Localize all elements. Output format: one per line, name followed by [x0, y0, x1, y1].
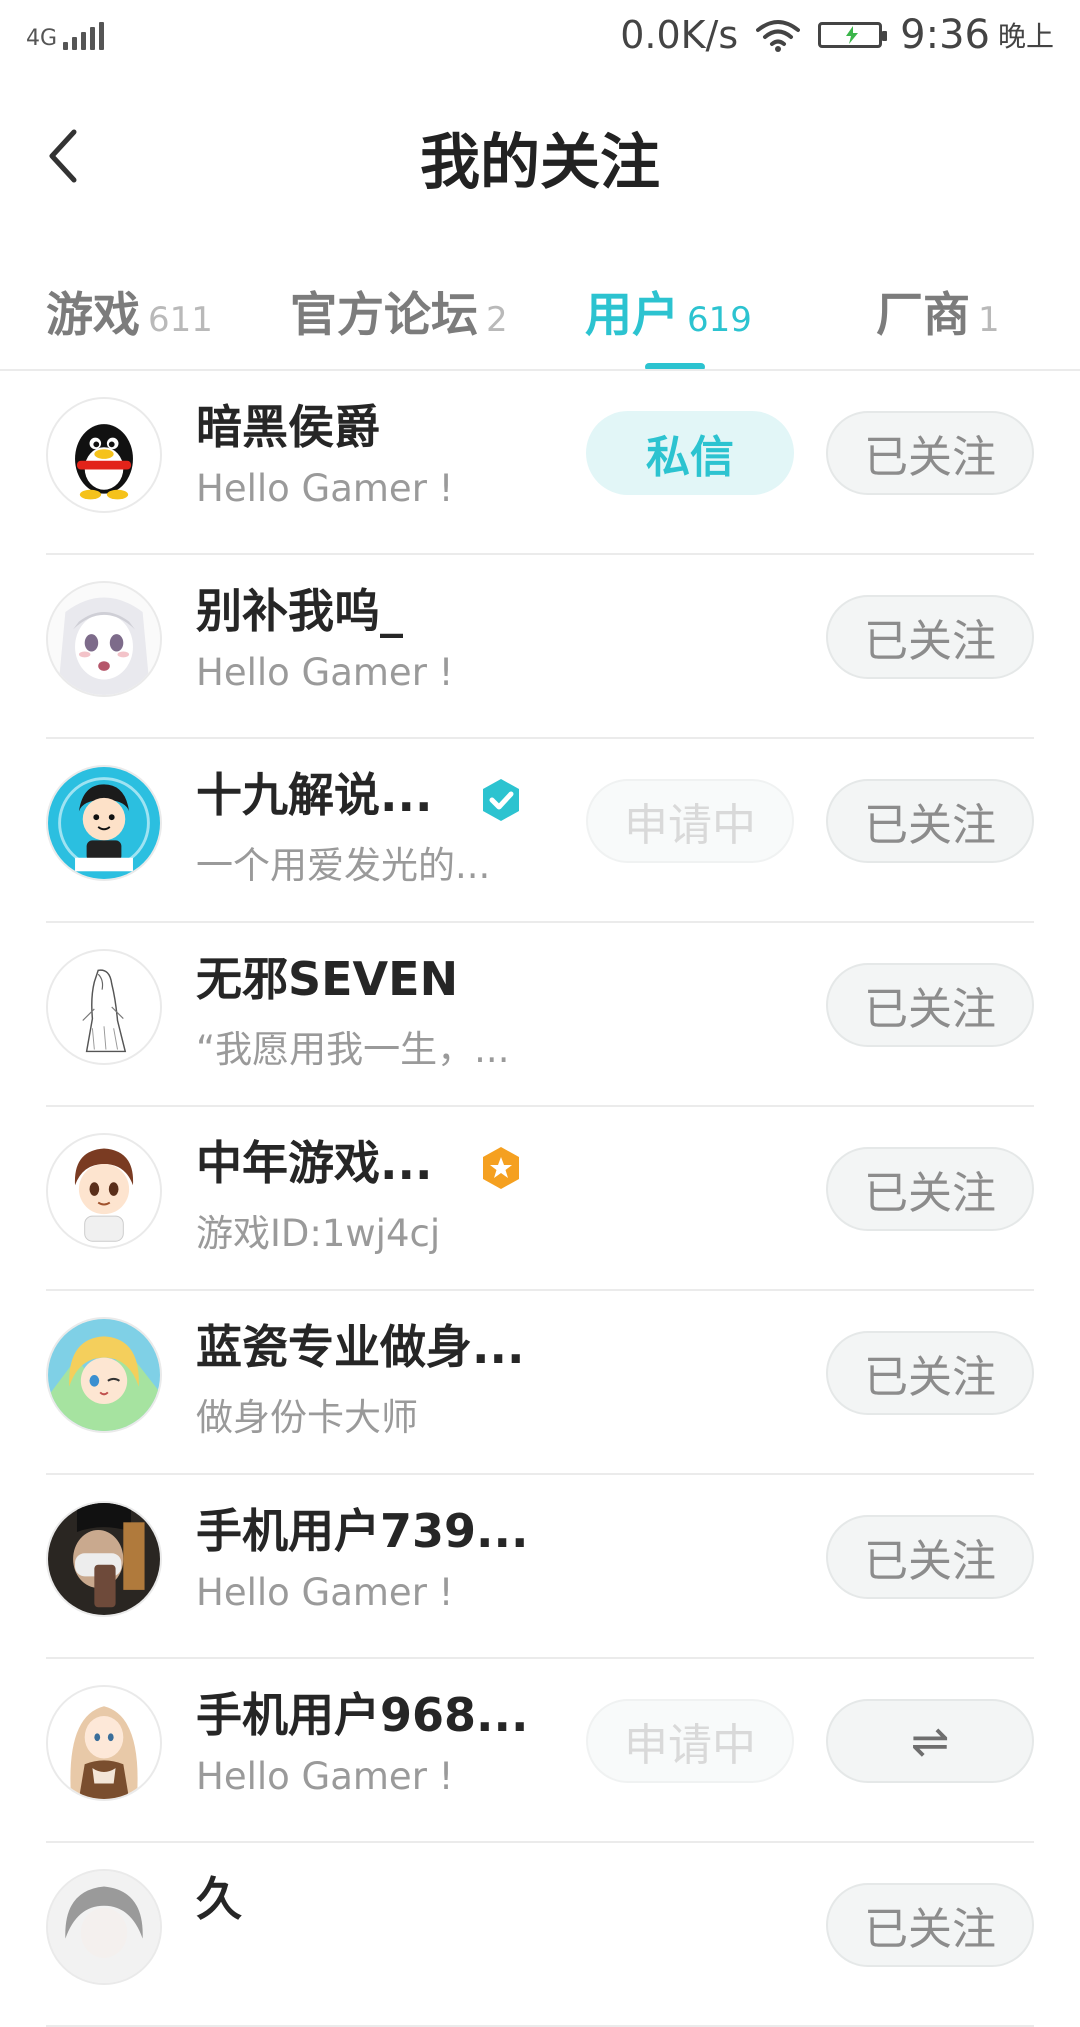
list-item[interactable]: 中年游戏... 游戏ID:1wj4cj 已关注: [0, 1107, 1080, 1291]
tab-count: 2: [486, 300, 508, 340]
status-bar: 4G 0.0K/s 9:36 晚上: [0, 0, 1080, 76]
tab-label: 厂商: [876, 288, 970, 343]
penguin-avatar[interactable]: [46, 397, 162, 513]
anime-woman-avatar[interactable]: [46, 1685, 162, 1801]
tab-count: 611: [148, 300, 213, 340]
user-name: 暗黑侯爵: [196, 400, 380, 454]
user-name: 十九解说...: [196, 768, 433, 822]
verified-check-icon: [483, 779, 519, 821]
list-item[interactable]: 无邪SEVEN “我愿用我一生，... 已关注: [0, 923, 1080, 1107]
user-name: 别补我呜_: [196, 584, 403, 638]
tab-label: 用户: [585, 288, 679, 343]
list-item[interactable]: 暗黑侯爵 Hello Gamer ! 私信 已关注: [0, 371, 1080, 555]
wifi-icon: [756, 20, 801, 52]
list-item[interactable]: 手机用户968... Hello Gamer ! 申请中 ⇌: [0, 1659, 1080, 1843]
user-name: 中年游戏...: [196, 1136, 433, 1190]
user-bio: “我愿用我一生，...: [196, 1028, 510, 1071]
list-item[interactable]: 别补我呜_ Hello Gamer ! 已关注: [0, 555, 1080, 739]
user-bio: Hello Gamer !: [196, 467, 454, 510]
app-header: 我的关注: [0, 76, 1080, 236]
followed-button[interactable]: 已关注: [826, 411, 1034, 495]
tab-label: 游戏: [46, 288, 140, 343]
followed-button[interactable]: 已关注: [826, 779, 1034, 863]
pending-request-button[interactable]: 申请中: [586, 779, 794, 863]
user-name: 手机用户968...: [196, 1688, 529, 1742]
mutual-follow-button[interactable]: ⇌: [826, 1699, 1034, 1783]
message-button[interactable]: 私信: [586, 411, 794, 495]
tab-bar: 游戏 611 官方论坛 2 用户 619 厂商 1: [0, 260, 1080, 371]
user-name: 蓝瓷专业做身...: [196, 1320, 525, 1374]
tab-label: 官方论坛: [290, 288, 478, 343]
user-bio: Hello Gamer !: [196, 1571, 454, 1614]
user-bio: 游戏ID:1wj4cj: [196, 1212, 441, 1255]
tab-games[interactable]: 游戏 611: [46, 276, 213, 345]
user-name: 久: [196, 1872, 242, 1926]
user-bio: 做身份卡大师: [196, 1396, 418, 1439]
chibi-boy-avatar[interactable]: [46, 1133, 162, 1249]
signal-area: 4G: [26, 22, 105, 51]
followed-button[interactable]: 已关注: [826, 1515, 1034, 1599]
user-bio: 一个用爱发光的...: [196, 844, 491, 887]
tab-official-forum[interactable]: 官方论坛 2: [290, 276, 508, 345]
battery-icon: [818, 22, 888, 48]
tab-vendors[interactable]: 厂商 1: [876, 276, 1000, 345]
cartoon-boy-avatar[interactable]: [46, 765, 162, 881]
clock-period: 晚上: [997, 20, 1054, 53]
followed-button[interactable]: 已关注: [826, 1883, 1034, 1967]
network-speed: 0.0K/s: [620, 13, 739, 57]
tab-users[interactable]: 用户 619: [585, 276, 752, 345]
clock-time: 9:36: [900, 12, 990, 58]
gray-anime-avatar[interactable]: [46, 1869, 162, 1985]
blonde-anime-avatar[interactable]: [46, 1317, 162, 1433]
followed-button[interactable]: 已关注: [826, 595, 1034, 679]
user-bio: Hello Gamer !: [196, 651, 454, 694]
photo-avatar[interactable]: [46, 1501, 162, 1617]
user-name: 手机用户739...: [196, 1504, 529, 1558]
user-name: 无邪SEVEN: [196, 952, 459, 1006]
list-item[interactable]: 十九解说... 一个用爱发光的... 申请中 已关注: [0, 739, 1080, 923]
signal-icon: [63, 22, 105, 50]
pending-request-button[interactable]: 申请中: [586, 1699, 794, 1783]
anime-girl-avatar[interactable]: [46, 581, 162, 697]
followed-button[interactable]: 已关注: [826, 1331, 1034, 1415]
star-badge-icon: [483, 1147, 519, 1189]
tab-count: 619: [687, 300, 752, 340]
user-bio: Hello Gamer !: [196, 1755, 454, 1798]
network-type: 4G: [26, 26, 58, 51]
followed-user-list: 暗黑侯爵 Hello Gamer ! 私信 已关注 别补我呜_ Hello Ga…: [0, 371, 1080, 2027]
list-item[interactable]: 手机用户739... Hello Gamer ! 已关注: [0, 1475, 1080, 1659]
tab-count: 1: [978, 300, 1000, 340]
list-item[interactable]: 蓝瓷专业做身... 做身份卡大师 已关注: [0, 1291, 1080, 1475]
followed-button[interactable]: 已关注: [826, 1147, 1034, 1231]
page-title: 我的关注: [420, 128, 660, 198]
sketch-figure-avatar[interactable]: [46, 949, 162, 1065]
list-item[interactable]: 久 已关注: [0, 1843, 1080, 2027]
followed-button[interactable]: 已关注: [826, 963, 1034, 1047]
